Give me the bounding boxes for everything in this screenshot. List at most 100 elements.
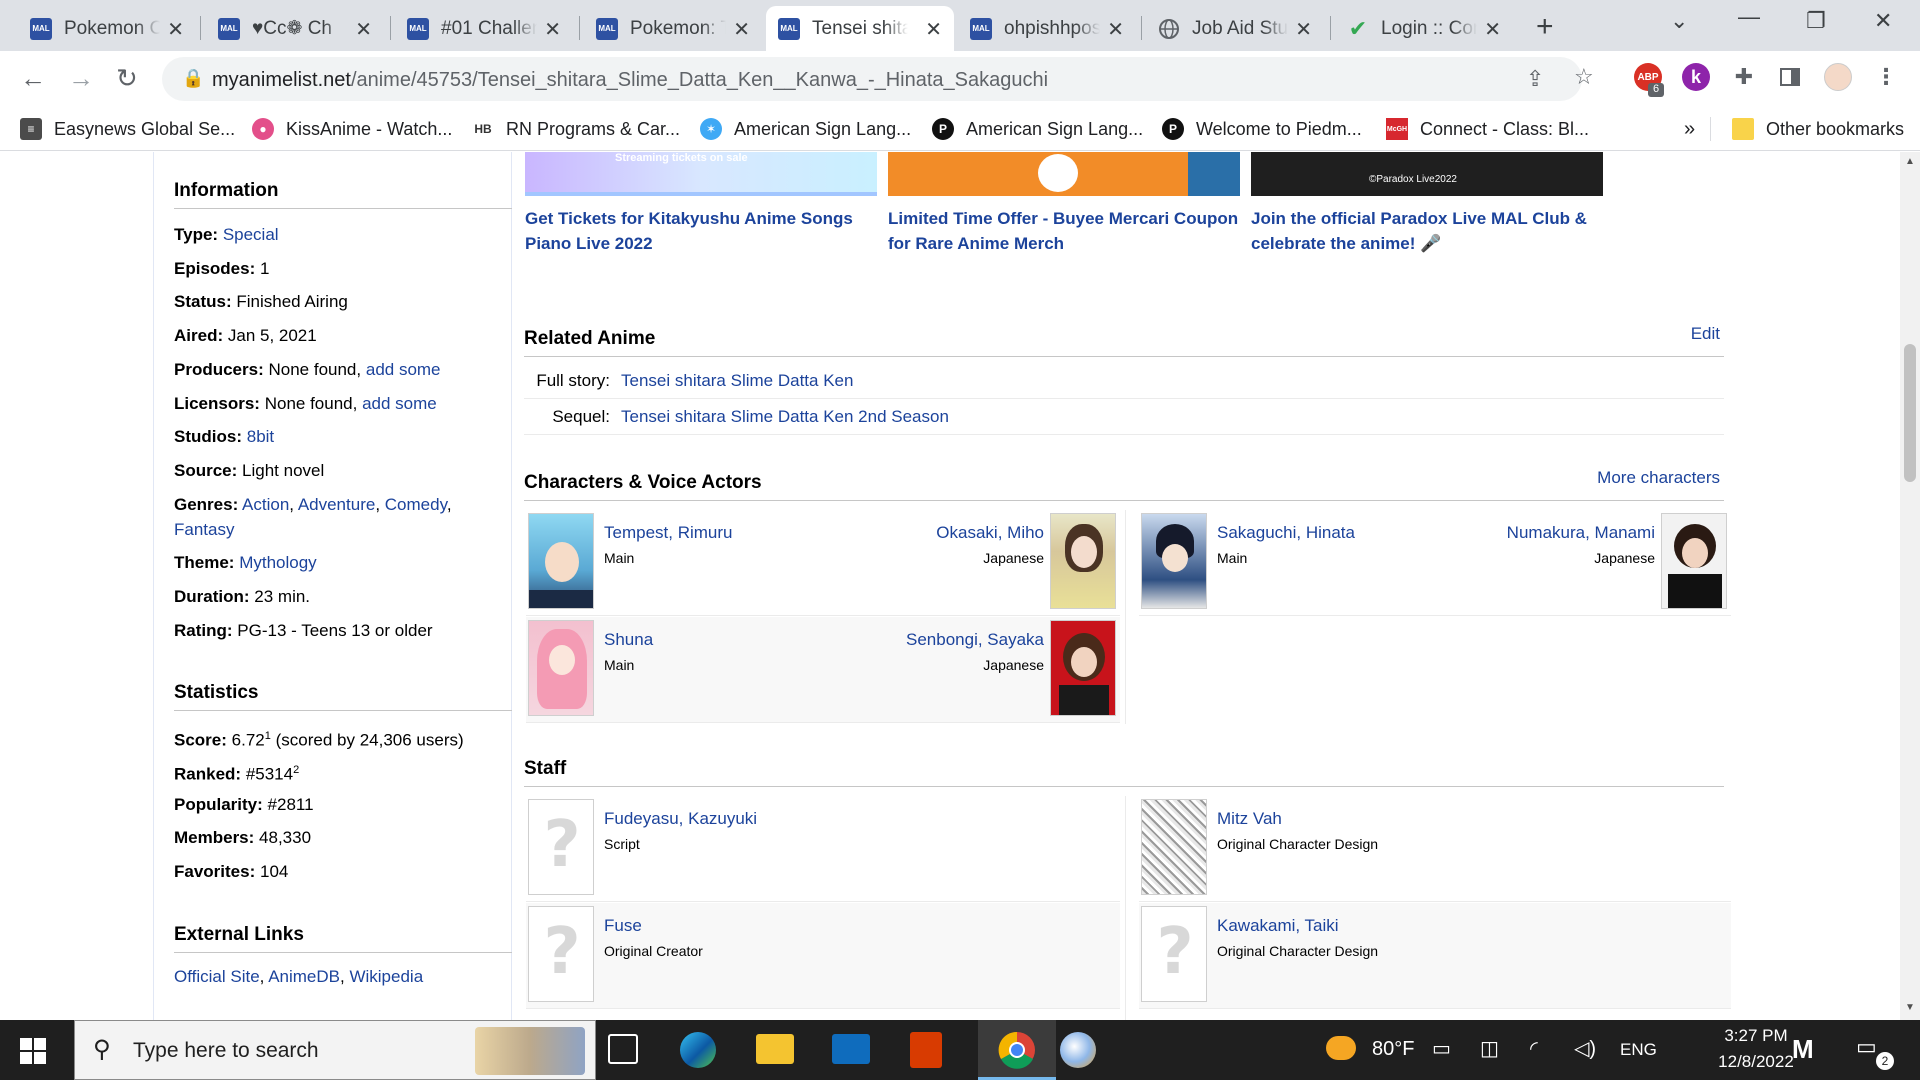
file-explorer-icon[interactable] [756,1034,794,1064]
browser-tab[interactable]: MAL Pokemon: T ✕ [584,6,762,51]
new-tab-button[interactable]: + [1536,10,1554,44]
voice-actor-image[interactable] [1050,513,1116,609]
staff-name-link[interactable]: Fudeyasu, Kazuyuki [604,809,757,829]
avatar[interactable] [1824,63,1852,91]
staff-name-link[interactable]: Mitz Vah [1217,809,1282,829]
close-icon[interactable]: ✕ [1295,17,1312,42]
genre-link[interactable]: Fantasy [174,520,234,539]
close-icon[interactable]: ✕ [1107,17,1124,42]
close-icon[interactable]: ✕ [733,17,750,42]
bookmark-item[interactable]: McGH Connect - Class: Bl... [1386,114,1589,144]
side-panel-icon[interactable] [1776,63,1804,91]
bookmark-item[interactable]: HB RN Programs & Car... [472,114,680,144]
ad-banner-image[interactable]: Streaming tickets on sale [525,152,877,196]
voice-actor-link[interactable]: Numakura, Manami [1507,523,1655,543]
close-icon[interactable]: ✕ [355,17,372,42]
studio-link[interactable]: 8bit [247,427,274,446]
type-link[interactable]: Special [223,225,279,244]
genre-link[interactable]: Comedy [385,495,447,514]
meet-icon[interactable]: ◫ [1480,1036,1499,1061]
ad-banner-image[interactable]: ©Paradox Live2022 [1251,152,1603,196]
bookmark-item[interactable]: ≡ Easynews Global Se... [20,114,235,144]
ad-link[interactable]: Get Tickets for Kitakyushu Anime Songs P… [525,206,877,256]
address-bar[interactable]: 🔒 myanimelist.net/anime/45753/Tensei_shi… [162,57,1594,101]
character-name-link[interactable]: Sakaguchi, Hinata [1217,523,1355,543]
genre-link[interactable]: Adventure [298,495,376,514]
bookmarks-overflow-button[interactable]: » [1684,114,1695,144]
staff-name-link[interactable]: Kawakami, Taiki [1217,916,1339,936]
staff-placeholder-image[interactable]: ? [528,906,594,1002]
browser-tab[interactable]: ✔ Login :: Con ✕ [1335,6,1513,51]
voice-actor-link[interactable]: Senbongi, Sayaka [906,630,1044,650]
browser-tab[interactable]: MAL ohpishhpos ✕ [958,6,1136,51]
other-bookmarks[interactable]: Other bookmarks [1732,114,1904,144]
add-producers-link[interactable]: add some [366,360,441,379]
browser-tab[interactable]: MAL ♥Cc❁ Ch ✕ [206,6,384,51]
staff-placeholder-image[interactable]: ? [528,799,594,895]
character-image[interactable] [528,620,594,716]
staff-name-link[interactable]: Fuse [604,916,642,936]
taskbar-search-box[interactable]: ⚲ Type here to search [74,1020,596,1080]
edit-link[interactable]: Edit [1691,324,1720,344]
office-icon[interactable] [910,1032,942,1068]
character-name-link[interactable]: Shuna [604,630,653,650]
mm-icon[interactable]: M [1792,1034,1814,1065]
bookmark-item[interactable]: ● KissAnime - Watch... [252,114,452,144]
chrome-taskbar-button[interactable] [978,1020,1056,1080]
external-link[interactable]: Official Site [174,967,260,986]
windows-start-icon[interactable] [20,1038,46,1064]
voice-actor-link[interactable]: Okasaki, Miho [936,523,1044,543]
notification-icon[interactable]: ▭ [1856,1034,1877,1060]
restore-button[interactable]: ❐ [1806,8,1826,34]
scrollbar-thumb[interactable] [1904,344,1916,482]
menu-kebab-icon[interactable]: ⋮ [1872,63,1900,91]
voice-actor-image[interactable] [1050,620,1116,716]
browser-tab[interactable]: Job Aid Stu ✕ [1146,6,1324,51]
battery-icon[interactable]: ▭ [1432,1036,1451,1061]
input-language[interactable]: ENG [1620,1040,1657,1060]
related-link[interactable]: Tensei shitara Slime Datta Ken 2nd Seaso… [621,400,949,434]
reload-button[interactable]: ↻ [116,63,138,94]
external-link[interactable]: Wikipedia [349,967,423,986]
character-name-link[interactable]: Tempest, Rimuru [604,523,732,543]
forward-button[interactable]: → [68,63,94,94]
volume-icon[interactable]: ◁) [1574,1036,1596,1061]
scroll-down-icon[interactable]: ▼ [1905,1002,1915,1013]
browser-tab-active[interactable]: MAL Tensei shita ✕ [766,6,954,51]
back-button[interactable]: ← [20,63,46,94]
staff-image[interactable] [1141,799,1207,895]
close-icon[interactable]: ✕ [544,17,561,42]
browser-tab[interactable]: MAL #01 Challen ✕ [395,6,573,51]
ad-banner-image[interactable] [888,152,1240,196]
scroll-up-icon[interactable]: ▲ [1905,156,1915,167]
bookmark-item[interactable]: ✶ American Sign Lang... [700,114,911,144]
staff-placeholder-image[interactable]: ? [1141,906,1207,1002]
close-icon[interactable]: ✕ [925,17,942,42]
k-extension-icon[interactable]: k [1682,63,1710,91]
extensions-puzzle-icon[interactable]: ✚ [1730,63,1758,91]
related-link[interactable]: Tensei shitara Slime Datta Ken [621,364,853,398]
bookmark-item[interactable]: P Welcome to Piedm... [1162,114,1362,144]
share-icon[interactable]: ⇪ [1526,66,1544,92]
close-icon[interactable]: ✕ [167,17,184,42]
bookmark-item[interactable]: P American Sign Lang... [932,114,1143,144]
weather-icon[interactable] [1326,1036,1356,1060]
tab-search-icon[interactable]: ⌄ [1670,8,1688,34]
minimize-button[interactable]: — [1738,4,1760,30]
url-text[interactable]: myanimelist.net/anime/45753/Tensei_shita… [212,69,1048,92]
close-window-button[interactable]: ✕ [1874,8,1892,34]
close-icon[interactable]: ✕ [1484,17,1501,42]
weather-temp[interactable]: 80°F [1372,1038,1414,1061]
lock-icon[interactable]: 🔒 [182,68,204,89]
genre-link[interactable]: Action [242,495,289,514]
page-scrollbar[interactable]: ▲ ▼ [1900,152,1920,1020]
external-link[interactable]: AnimeDB [268,967,340,986]
wifi-icon[interactable]: ◜ [1530,1036,1538,1061]
character-image[interactable] [528,513,594,609]
add-licensors-link[interactable]: add some [362,394,437,413]
mail-icon[interactable] [832,1034,870,1064]
paint-icon[interactable] [1060,1032,1096,1068]
edge-icon[interactable] [680,1032,716,1068]
ad-link[interactable]: Limited Time Offer - Buyee Mercari Coupo… [888,206,1240,256]
voice-actor-image[interactable] [1661,513,1727,609]
